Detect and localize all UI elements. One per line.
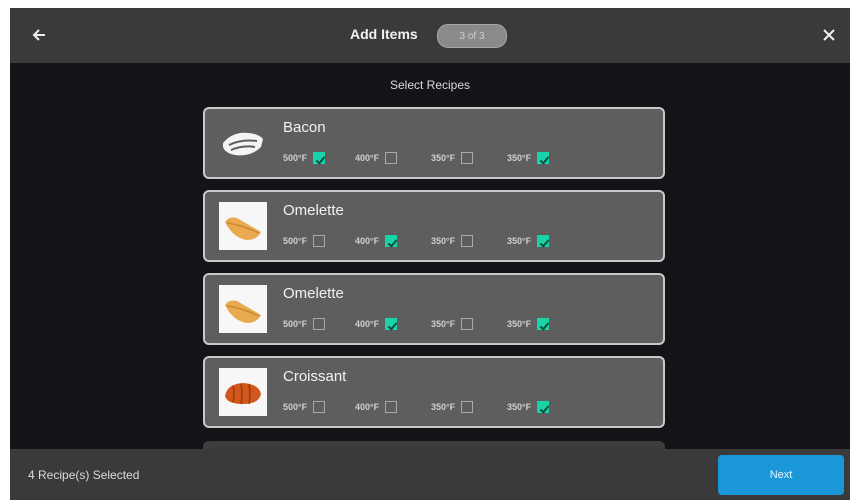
temp-option-400[interactable]: 400°F xyxy=(355,317,398,331)
temp-label: 350°F xyxy=(431,402,456,412)
temp-label: 500°F xyxy=(283,153,308,163)
temp-option-500[interactable]: 500°F xyxy=(283,400,326,414)
footer-bar: 4 Recipe(s) Selected Next xyxy=(10,449,850,500)
header-bar: Add Items 3 of 3 xyxy=(10,8,850,63)
selection-count: 4 Recipe(s) Selected xyxy=(28,468,140,482)
temp-checkbox[interactable] xyxy=(313,318,326,330)
temp-checkbox[interactable] xyxy=(313,235,326,247)
temp-option-350-b[interactable]: 350°F xyxy=(507,151,550,165)
recipe-card-bacon[interactable]: Bacon 500°F 400°F 350°F 350°F xyxy=(203,107,665,179)
temp-checkbox[interactable] xyxy=(461,152,474,164)
temp-label: 400°F xyxy=(355,153,380,163)
temp-label: 350°F xyxy=(507,153,532,163)
close-icon xyxy=(823,29,835,41)
omelette-image xyxy=(219,285,267,333)
page-title: Add Items xyxy=(350,26,418,42)
temp-option-400[interactable]: 400°F xyxy=(355,234,398,248)
temp-label: 400°F xyxy=(355,236,380,246)
recipe-name: Croissant xyxy=(283,368,347,385)
omelette-image xyxy=(219,202,267,250)
next-button[interactable]: Next xyxy=(718,455,844,495)
temp-label: 400°F xyxy=(355,319,380,329)
croissant-image xyxy=(219,368,267,416)
recipe-card-omelette[interactable]: Omelette 500°F 400°F 350°F 350°F xyxy=(203,190,665,262)
temp-checkbox[interactable] xyxy=(537,401,550,413)
recipe-card-croissant[interactable]: Croissant 500°F 400°F 350°F 350°F xyxy=(203,356,665,428)
temp-label: 500°F xyxy=(283,402,308,412)
temp-label: 400°F xyxy=(355,402,380,412)
temp-label: 350°F xyxy=(431,236,456,246)
temp-label: 350°F xyxy=(431,319,456,329)
temp-checkbox[interactable] xyxy=(313,152,326,164)
temp-label: 500°F xyxy=(283,236,308,246)
temp-checkbox[interactable] xyxy=(313,401,326,413)
temp-checkbox[interactable] xyxy=(537,235,550,247)
temp-option-500[interactable]: 500°F xyxy=(283,151,326,165)
temp-checkbox[interactable] xyxy=(461,401,474,413)
temp-option-350[interactable]: 350°F xyxy=(431,151,474,165)
temp-label: 350°F xyxy=(507,236,532,246)
recipe-card-omelette[interactable]: Omelette 500°F 400°F 350°F 350°F xyxy=(203,273,665,345)
recipe-card-partial[interactable] xyxy=(203,441,665,449)
temp-option-500[interactable]: 500°F xyxy=(283,234,326,248)
temp-checkbox[interactable] xyxy=(537,152,550,164)
temp-label: 350°F xyxy=(507,402,532,412)
temp-option-350[interactable]: 350°F xyxy=(431,400,474,414)
temp-checkbox[interactable] xyxy=(461,235,474,247)
temp-option-400[interactable]: 400°F xyxy=(355,151,398,165)
temp-checkbox[interactable] xyxy=(385,401,398,413)
temp-label: 350°F xyxy=(507,319,532,329)
temp-option-500[interactable]: 500°F xyxy=(283,317,326,331)
temp-option-350[interactable]: 350°F xyxy=(431,234,474,248)
recipe-name: Bacon xyxy=(283,119,326,136)
temp-checkbox[interactable] xyxy=(461,318,474,330)
temp-option-400[interactable]: 400°F xyxy=(355,400,398,414)
temp-checkbox[interactable] xyxy=(385,235,398,247)
close-button[interactable] xyxy=(814,20,844,50)
section-subtitle: Select Recipes xyxy=(389,78,471,92)
recipe-name: Omelette xyxy=(283,202,344,219)
temp-checkbox[interactable] xyxy=(537,318,550,330)
recipe-name: Omelette xyxy=(283,285,344,302)
temp-label: 350°F xyxy=(431,153,456,163)
arrow-left-icon xyxy=(32,29,45,41)
temp-checkbox[interactable] xyxy=(385,318,398,330)
app-screen: Add Items 3 of 3 Select Recipes Bacon 50… xyxy=(10,8,850,500)
temp-option-350[interactable]: 350°F xyxy=(431,317,474,331)
temp-checkbox[interactable] xyxy=(385,152,398,164)
temp-label: 500°F xyxy=(283,319,308,329)
temp-option-350-b[interactable]: 350°F xyxy=(507,317,550,331)
bacon-icon xyxy=(219,119,267,167)
back-button[interactable] xyxy=(24,20,54,50)
recipe-list: Bacon 500°F 400°F 350°F 350°F Omelette 5… xyxy=(203,107,669,449)
step-indicator: 3 of 3 xyxy=(437,24,507,48)
temp-option-350-b[interactable]: 350°F xyxy=(507,234,550,248)
temp-option-350-b[interactable]: 350°F xyxy=(507,400,550,414)
